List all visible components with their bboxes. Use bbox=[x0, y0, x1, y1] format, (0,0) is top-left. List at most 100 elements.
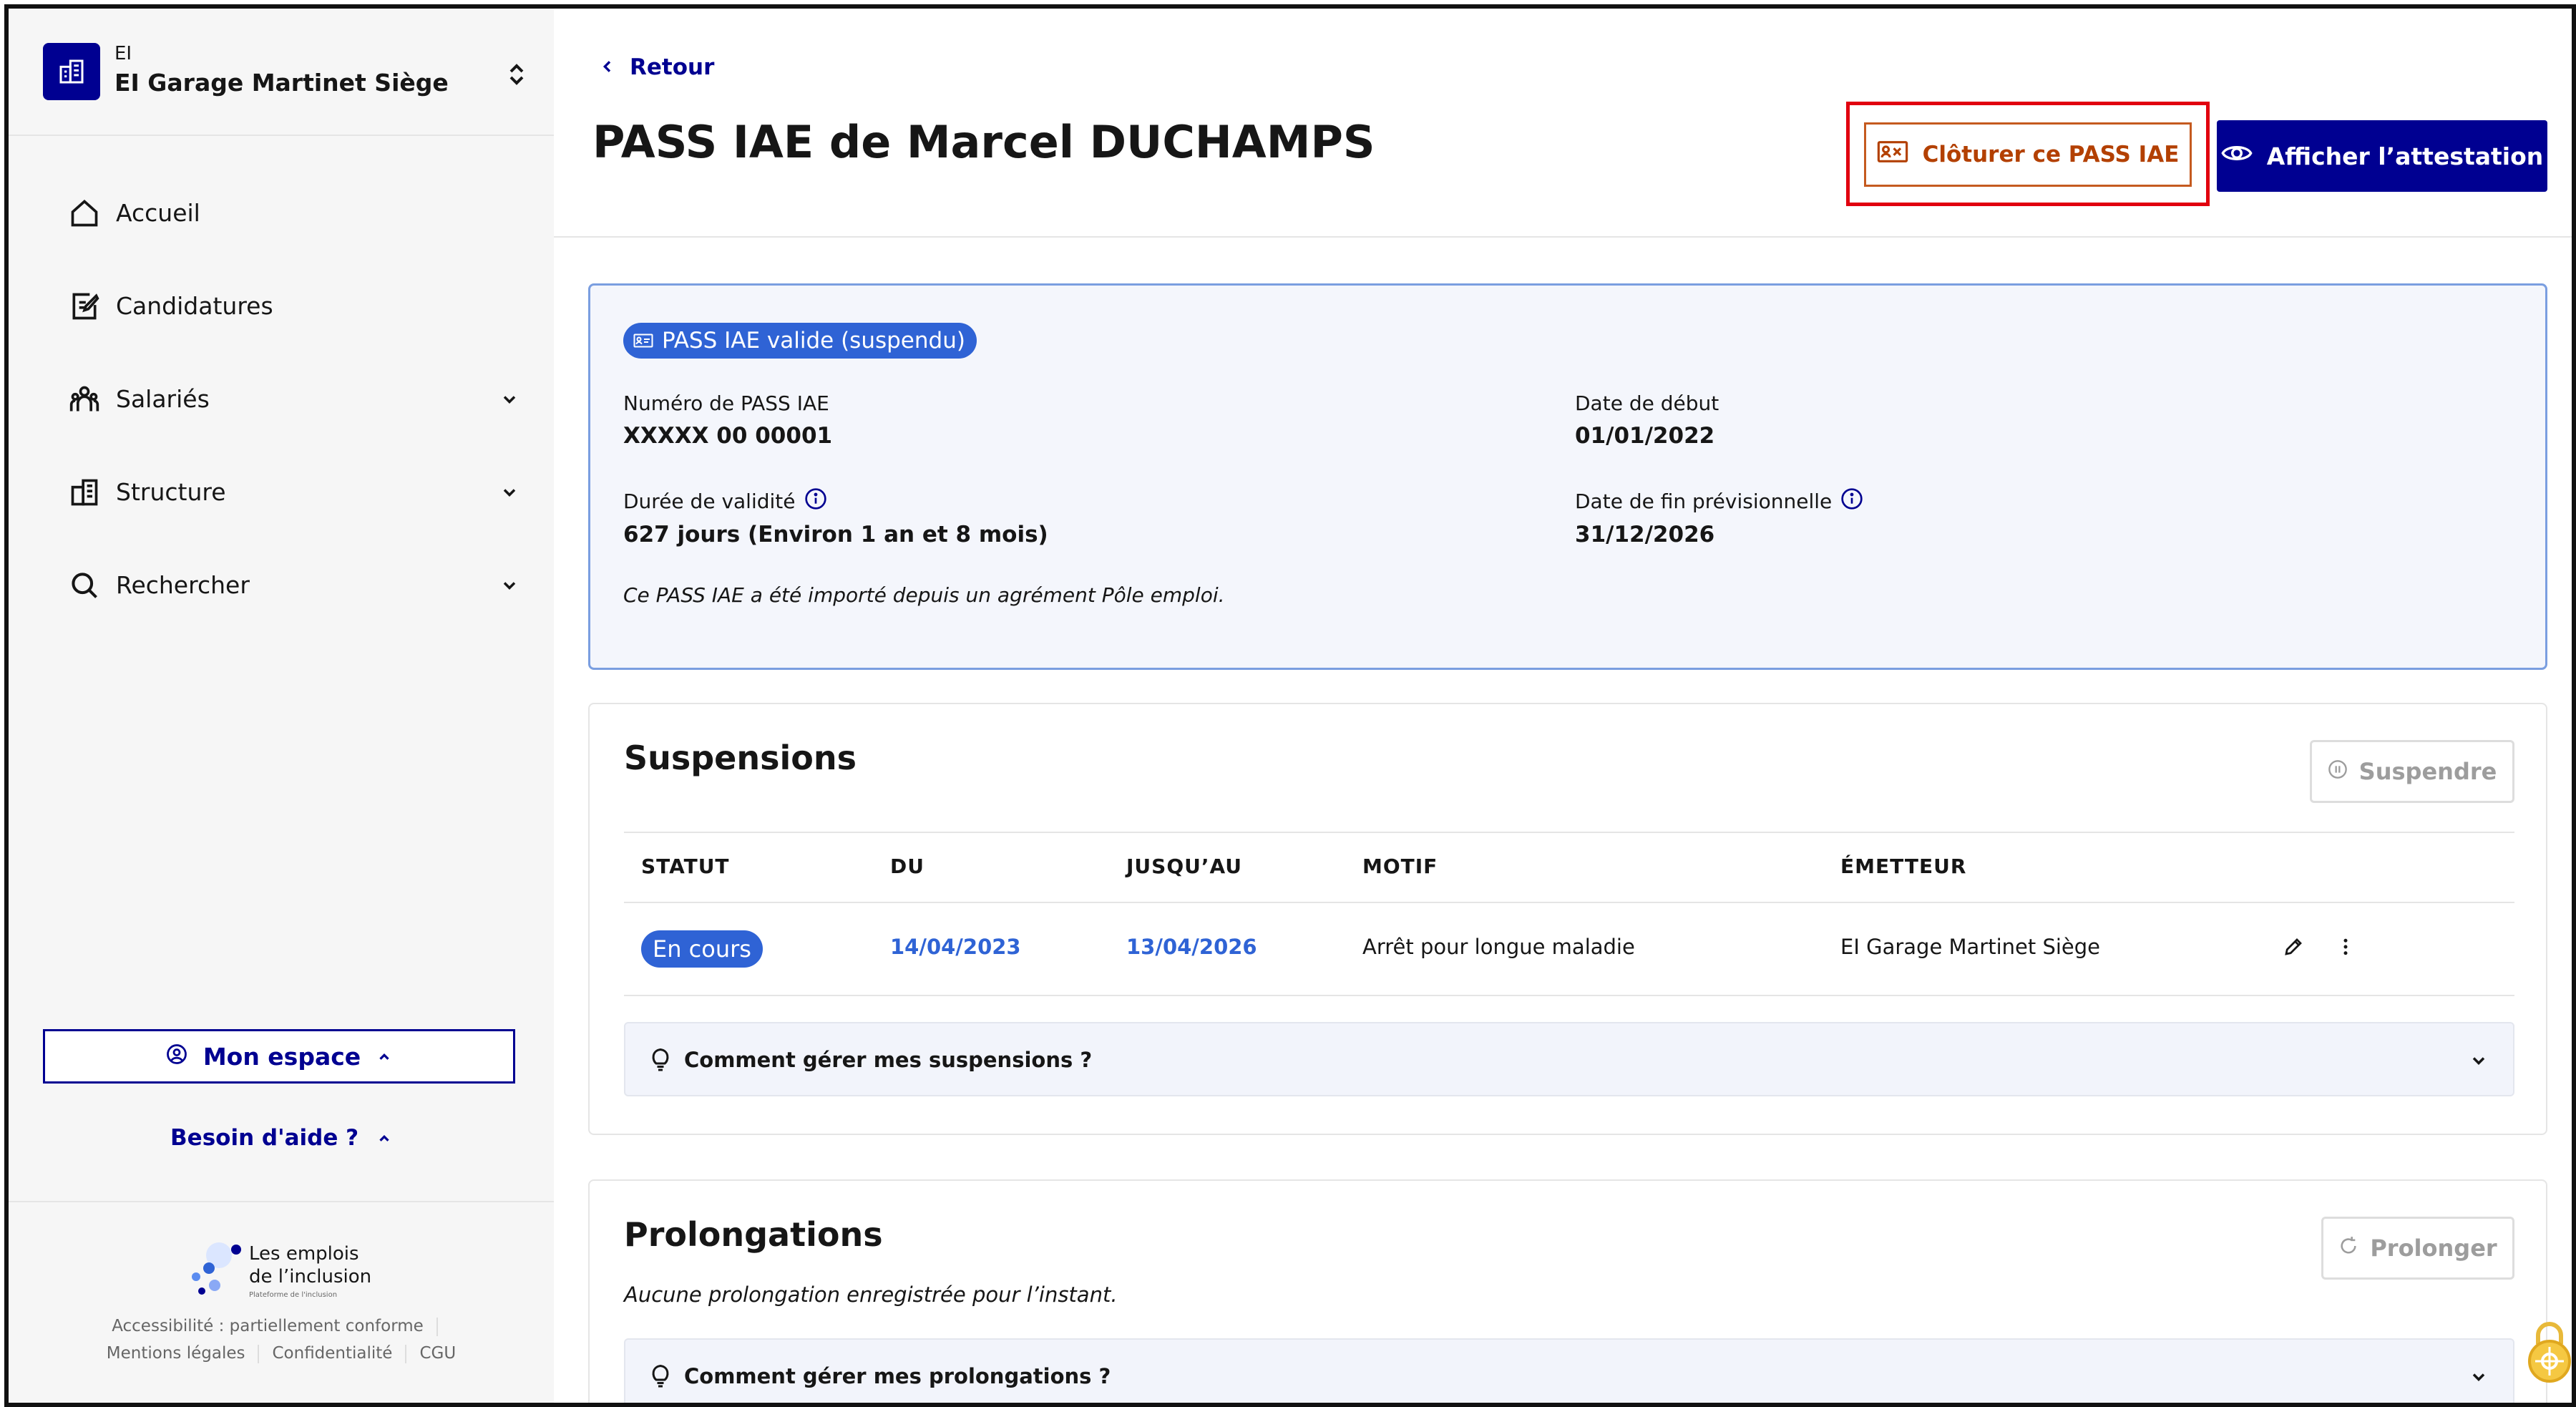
start-date-label: Date de début bbox=[1575, 391, 1719, 415]
suspend-button[interactable]: Suspendre bbox=[2310, 740, 2514, 803]
refresh-icon bbox=[2338, 1235, 2358, 1262]
no-prolongation-message: Aucune prolongation enregistrée pour l’i… bbox=[624, 1282, 1118, 1307]
chevron-down-icon bbox=[499, 482, 519, 502]
prolongations-help-label: Comment gérer mes prolongations ? bbox=[684, 1364, 1111, 1388]
sidebar-item-salaries[interactable]: Salariés bbox=[9, 352, 554, 445]
info-icon[interactable] bbox=[1840, 487, 1863, 515]
column-header-motif: MOTIF bbox=[1362, 855, 1438, 878]
sidebar-item-accueil[interactable]: Accueil bbox=[9, 166, 554, 259]
column-header-emetteur: ÉMETTEUR bbox=[1840, 855, 1967, 878]
pass-info-card: PASS IAE valide (suspendu) Numéro de PAS… bbox=[588, 283, 2547, 670]
sidebar-item-structure[interactable]: Structure bbox=[9, 445, 554, 538]
prolong-label: Prolonger bbox=[2370, 1235, 2497, 1262]
chevron-down-icon bbox=[499, 389, 519, 409]
org-name: EI Garage Martinet Siège bbox=[114, 69, 449, 97]
more-options-icon[interactable] bbox=[2341, 936, 2350, 960]
suspensions-card: Suspensions Suspendre STATUT DU JUSQU’AU… bbox=[588, 703, 2547, 1135]
start-date-cell[interactable]: 14/04/2023 bbox=[890, 935, 1021, 959]
suspensions-help-label: Comment gérer mes suspensions ? bbox=[684, 1048, 1093, 1072]
highlight-box: Clôturer ce PASS IAE bbox=[1846, 102, 2210, 206]
edit-document-icon bbox=[69, 291, 100, 322]
pass-status-label: PASS IAE valide (suspendu) bbox=[662, 328, 965, 354]
team-icon bbox=[69, 384, 100, 415]
issuer-cell: EI Garage Martinet Siège bbox=[1840, 935, 2101, 959]
logo-line-1: Les emplois bbox=[249, 1243, 359, 1265]
building-icon bbox=[43, 43, 100, 100]
sidebar-item-label: Salariés bbox=[116, 384, 210, 413]
end-date-label: Date de fin prévisionnelle bbox=[1575, 487, 1863, 515]
start-date-label-text: Date de début bbox=[1575, 391, 1719, 415]
page-title: PASS IAE de Marcel DUCHAMPS bbox=[592, 116, 1375, 168]
divider bbox=[258, 1344, 260, 1363]
eye-icon bbox=[2221, 142, 2253, 170]
table-header: STATUT DU JUSQU’AU MOTIF ÉMETTEUR bbox=[624, 832, 2514, 903]
edit-pencil-icon[interactable] bbox=[2283, 936, 2304, 960]
accessibility-link[interactable]: Accessibilité : partiellement conforme bbox=[112, 1317, 424, 1335]
mentions-legales-link[interactable]: Mentions légales bbox=[107, 1344, 245, 1363]
logo-dots-icon bbox=[192, 1242, 241, 1295]
pass-number-label: Numéro de PASS IAE bbox=[623, 391, 829, 415]
show-attestation-label: Afficher l’attestation bbox=[2266, 142, 2544, 170]
reason-cell: Arrêt pour longue maladie bbox=[1362, 935, 1635, 959]
les-emplois-logo[interactable]: Les emplois de l’inclusion Plateforme de… bbox=[186, 1241, 386, 1305]
mon-espace-label: Mon espace bbox=[203, 1042, 361, 1071]
suspend-label: Suspendre bbox=[2358, 758, 2497, 785]
expand-collapse-icon bbox=[504, 60, 530, 89]
sidebar-item-candidatures[interactable]: Candidatures bbox=[9, 259, 554, 352]
column-header-du: DU bbox=[890, 855, 924, 878]
footer-accessibility-row: Accessibilité : partiellement conforme bbox=[9, 1317, 554, 1336]
sidebar-item-rechercher[interactable]: Rechercher bbox=[9, 538, 554, 631]
user-circle-icon bbox=[166, 1043, 187, 1071]
table-row: En cours 14/04/2023 13/04/2026 Arrêt pou… bbox=[624, 903, 2514, 996]
column-header-statut: STATUT bbox=[641, 855, 730, 878]
org-type: EI bbox=[114, 43, 132, 64]
back-link[interactable]: Retour bbox=[601, 54, 714, 80]
sidebar-divider bbox=[9, 1201, 554, 1202]
sidebar-item-label: Candidatures bbox=[116, 291, 273, 320]
search-icon bbox=[69, 570, 100, 601]
prolongations-card: Prolongations Prolonger Aucune prolongat… bbox=[588, 1179, 2547, 1403]
sidebar-item-label: Rechercher bbox=[116, 570, 250, 599]
mon-espace-button[interactable]: Mon espace bbox=[43, 1029, 515, 1084]
end-date-cell[interactable]: 13/04/2026 bbox=[1126, 935, 1257, 959]
confidentialite-link[interactable]: Confidentialité bbox=[272, 1344, 392, 1363]
logo-subtitle: Plateforme de l'inclusion bbox=[249, 1291, 338, 1299]
chevron-up-icon bbox=[376, 1043, 392, 1071]
help-menu-button[interactable]: Besoin d'aide ? bbox=[9, 1125, 554, 1152]
prolongations-help-accordion[interactable]: Comment gérer mes prolongations ? bbox=[624, 1338, 2514, 1403]
divider bbox=[436, 1317, 438, 1336]
pass-status-badge: PASS IAE valide (suspendu) bbox=[623, 323, 977, 359]
suspensions-help-accordion[interactable]: Comment gérer mes suspensions ? bbox=[624, 1022, 2514, 1096]
help-label: Besoin d'aide ? bbox=[170, 1125, 359, 1151]
start-date-value: 01/01/2022 bbox=[1575, 423, 1715, 449]
home-icon bbox=[69, 198, 100, 229]
cookie-consent-lock-icon[interactable] bbox=[2524, 1318, 2572, 1383]
chevron-down-icon bbox=[2469, 1051, 2489, 1071]
end-date-label-text: Date de fin prévisionnelle bbox=[1575, 490, 1833, 513]
show-attestation-button[interactable]: Afficher l’attestation bbox=[2217, 120, 2547, 192]
import-note: Ce PASS IAE a été importé depuis un agré… bbox=[623, 583, 1225, 607]
pass-number-value: XXXXX 00 00001 bbox=[623, 423, 833, 449]
app-window: EI EI Garage Martinet Siège Accueil Cand bbox=[4, 4, 2576, 1407]
validity-duration-value: 627 jours (Environ 1 an et 8 mois) bbox=[623, 522, 1048, 547]
suspensions-table: STATUT DU JUSQU’AU MOTIF ÉMETTEUR En cou… bbox=[624, 832, 2514, 996]
organization-switcher[interactable]: EI EI Garage Martinet Siège bbox=[43, 37, 530, 106]
chevron-down-icon bbox=[2469, 1367, 2489, 1387]
validity-duration-label-text: Durée de validité bbox=[623, 490, 796, 513]
close-pass-button[interactable]: Clôturer ce PASS IAE bbox=[1864, 122, 2192, 187]
validity-duration-label: Durée de validité bbox=[623, 487, 827, 515]
footer-links-row: Mentions légales Confidentialité CGU bbox=[9, 1344, 554, 1363]
close-pass-label: Clôturer ce PASS IAE bbox=[1922, 142, 2180, 167]
id-card-close-icon bbox=[1877, 140, 1908, 169]
lightbulb-icon bbox=[650, 1046, 671, 1072]
id-card-icon bbox=[633, 328, 653, 354]
sidebar-item-label: Structure bbox=[116, 477, 226, 506]
chevron-left-icon bbox=[601, 54, 613, 80]
logo-title: Les emplois de l’inclusion bbox=[249, 1242, 371, 1288]
pass-number-label-text: Numéro de PASS IAE bbox=[623, 391, 829, 415]
prolong-button[interactable]: Prolonger bbox=[2321, 1217, 2514, 1280]
cgu-link[interactable]: CGU bbox=[419, 1344, 456, 1363]
info-icon[interactable] bbox=[804, 487, 827, 515]
chevron-down-icon bbox=[499, 575, 519, 595]
column-header-jusqu: JUSQU’AU bbox=[1126, 855, 1243, 878]
